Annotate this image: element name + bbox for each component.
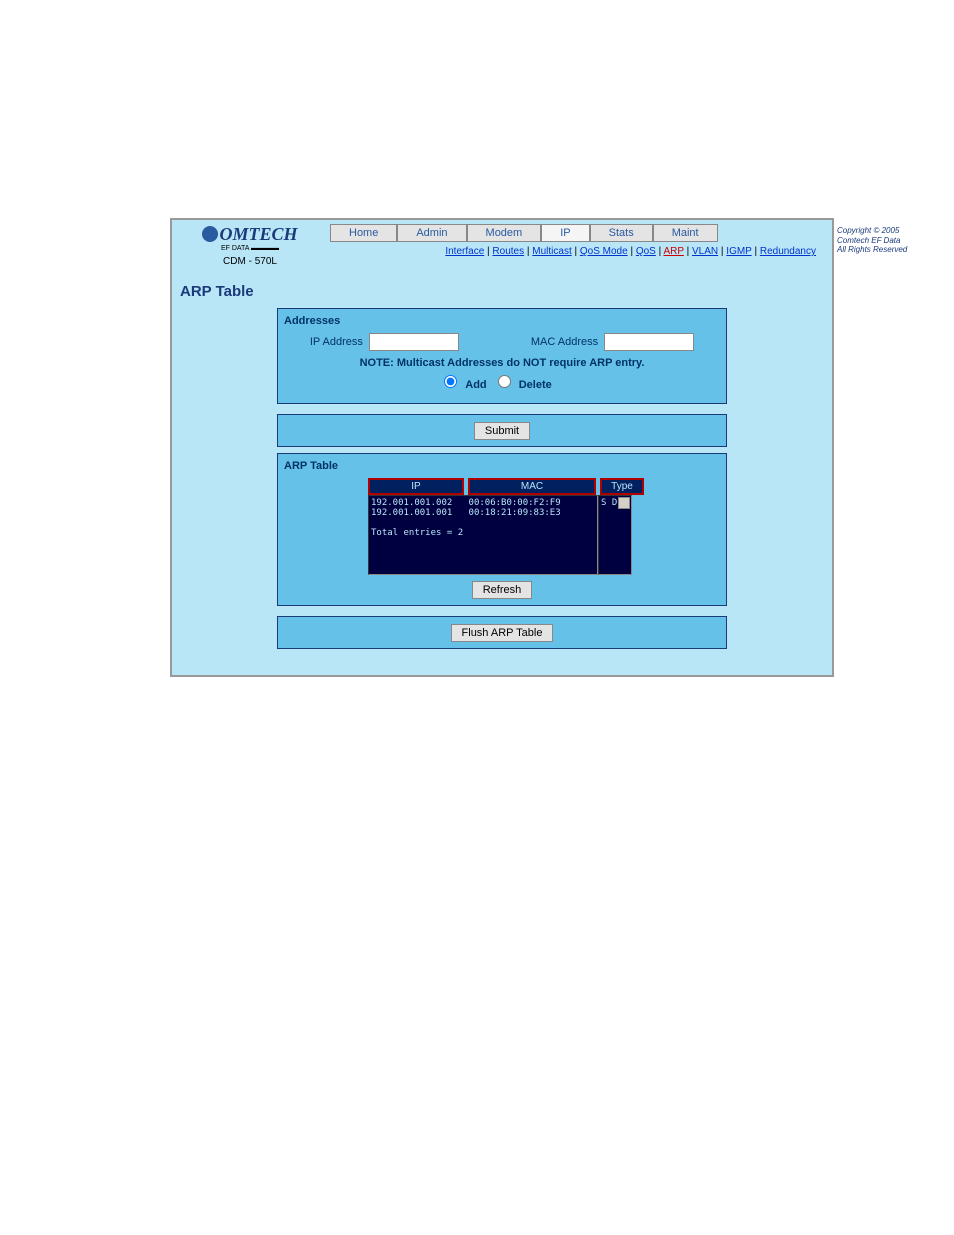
logo-block: OMTECH EF DATA ▬▬▬▬ CDM - 570L	[180, 224, 320, 267]
mac-address-label: MAC Address	[531, 336, 598, 348]
tab-ip[interactable]: IP	[541, 224, 589, 242]
subnav-routes[interactable]: Routes	[492, 246, 524, 257]
arp-type-values: S D	[601, 498, 617, 508]
main-nav: HomeAdminModemIPStatsMaint	[330, 224, 824, 242]
mac-address-input[interactable]	[604, 333, 694, 351]
refresh-button[interactable]: Refresh	[472, 581, 533, 599]
addresses-title: Addresses	[284, 315, 720, 327]
subnav-redundancy[interactable]: Redundancy	[760, 246, 816, 257]
column-header-mac: MAC	[468, 478, 596, 495]
scroll-up-icon[interactable]	[618, 497, 630, 509]
copyright-text: Copyright © 2005Comtech EF DataAll Right…	[837, 226, 912, 255]
submit-row: Submit	[277, 414, 727, 447]
arp-table-title: ARP Table	[284, 460, 720, 472]
arp-listing[interactable]	[368, 495, 598, 575]
submit-button[interactable]: Submit	[474, 422, 530, 440]
sub-nav: Interface | Routes | Multicast | QoS Mod…	[320, 246, 816, 257]
brand-logo: OMTECH	[180, 224, 320, 245]
subnav-interface[interactable]: Interface	[445, 246, 484, 257]
brand-text: OMTECH	[219, 224, 297, 244]
ip-address-label: IP Address	[310, 336, 363, 348]
tab-admin[interactable]: Admin	[397, 224, 466, 242]
flush-arp-button[interactable]: Flush ARP Table	[451, 624, 554, 642]
ip-address-input[interactable]	[369, 333, 459, 351]
delete-radio[interactable]	[498, 375, 511, 388]
subnav-multicast[interactable]: Multicast	[532, 246, 571, 257]
tab-maint[interactable]: Maint	[653, 224, 718, 242]
tab-stats[interactable]: Stats	[590, 224, 653, 242]
addresses-panel: Addresses IP Address MAC Address NOTE: M…	[277, 308, 727, 404]
subnav-igmp[interactable]: IGMP	[726, 246, 751, 257]
add-radio[interactable]	[444, 375, 457, 388]
subnav-qos[interactable]: QoS	[636, 246, 656, 257]
multicast-note: NOTE: Multicast Addresses do NOT require…	[284, 357, 720, 369]
model-label: CDM - 570L	[180, 256, 320, 267]
arp-table-panel: ARP Table IP MAC Type S D Refresh	[277, 453, 727, 606]
brand-tagline: EF DATA ▬▬▬▬	[180, 245, 320, 252]
arp-type-column: S D	[598, 495, 632, 575]
subnav-arp[interactable]: ARP	[663, 246, 683, 257]
subnav-qos-mode[interactable]: QoS Mode	[580, 246, 628, 257]
delete-label: Delete	[519, 379, 552, 391]
add-label: Add	[465, 379, 486, 391]
column-header-type: Type	[600, 478, 644, 495]
tab-home[interactable]: Home	[330, 224, 397, 242]
column-header-ip: IP	[368, 478, 464, 495]
tab-modem[interactable]: Modem	[467, 224, 542, 242]
subnav-vlan[interactable]: VLAN	[692, 246, 718, 257]
page-title: ARP Table	[172, 271, 832, 308]
flush-row: Flush ARP Table	[277, 616, 727, 649]
